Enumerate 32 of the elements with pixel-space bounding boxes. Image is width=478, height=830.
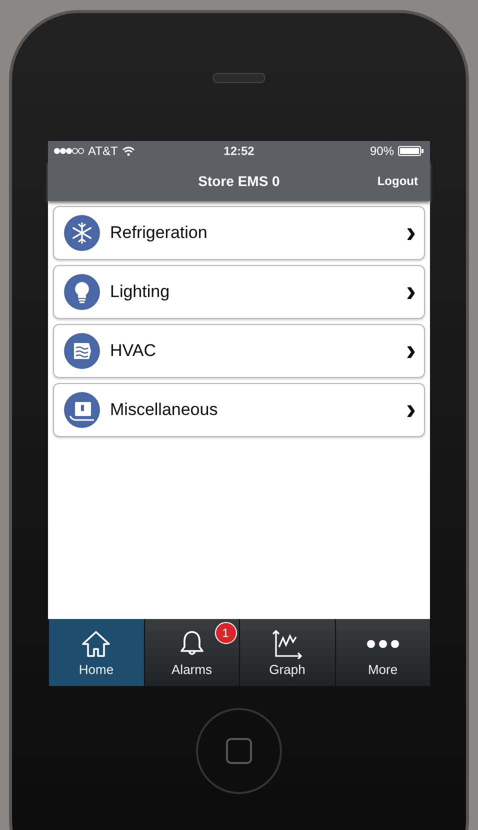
screen-title: Store EMS 0 xyxy=(198,173,280,189)
signal-icon xyxy=(54,147,84,155)
line-graph-icon xyxy=(270,628,304,658)
air-waves-icon xyxy=(64,333,100,369)
tab-button[interactable]: Home xyxy=(48,619,144,686)
wifi-icon xyxy=(122,146,135,156)
menu-label: Refrigeration xyxy=(110,223,208,243)
menu-label: Lighting xyxy=(110,282,171,302)
menu-item[interactable]: Miscellaneous › xyxy=(53,383,425,437)
menu-item[interactable]: Refrigeration › xyxy=(53,206,425,260)
tab-button[interactable]: 1 Alarms xyxy=(144,619,239,686)
chevron-icon: › xyxy=(406,277,416,307)
chevron-icon: › xyxy=(406,336,416,366)
notification-badge: 1 xyxy=(214,622,236,644)
status-time: 12:52 xyxy=(224,144,254,158)
menu-label: HVAC xyxy=(110,341,157,361)
chevron-icon: › xyxy=(406,218,416,248)
device-icon xyxy=(64,392,100,428)
menu-label: Miscellaneous xyxy=(110,400,219,420)
menu-item[interactable]: Lighting › xyxy=(53,265,425,319)
more-icon xyxy=(366,638,400,648)
tab-button[interactable]: Graph xyxy=(239,619,334,686)
tab-button[interactable]: More xyxy=(334,619,430,686)
carrier-name: AT&T xyxy=(88,144,118,158)
battery-icon xyxy=(398,146,424,156)
battery-percent: 90% xyxy=(370,144,394,158)
menu-item[interactable]: HVAC › xyxy=(53,324,425,378)
light-bulb-icon xyxy=(64,274,100,310)
chevron-icon: › xyxy=(406,395,416,425)
speaker-slot xyxy=(213,73,265,83)
snowflake-icon xyxy=(64,215,100,251)
logout-button[interactable]: Logout xyxy=(371,173,424,189)
